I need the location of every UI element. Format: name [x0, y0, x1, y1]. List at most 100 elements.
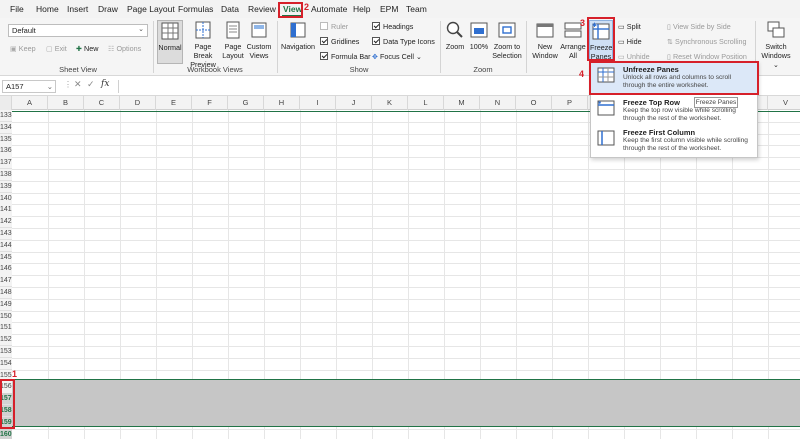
sheet-view-dropdown[interactable]: Default ⌄ [8, 24, 148, 37]
tab-data[interactable]: Data [221, 3, 239, 16]
column-header[interactable]: K [372, 96, 408, 110]
gridline [12, 204, 800, 206]
tab-page-layout[interactable]: Page Layout [127, 3, 175, 16]
tab-review[interactable]: Review [248, 3, 276, 16]
column-header[interactable]: J [336, 96, 372, 110]
zoom-100-button[interactable]: 100% [468, 20, 490, 64]
row-header[interactable]: 151 [0, 322, 12, 335]
group-label-sheet-view: Sheet View [59, 65, 97, 74]
custom-views-button[interactable]: Custom Views [246, 20, 272, 64]
new-button[interactable]: ✚ New [76, 43, 98, 55]
normal-view-button[interactable]: Normal [157, 20, 183, 64]
row-header[interactable]: 133 [0, 110, 12, 123]
column-header[interactable]: G [228, 96, 264, 110]
row-header[interactable]: 150 [0, 310, 12, 323]
row-header[interactable]: 139 [0, 180, 12, 194]
row-header[interactable]: 145 [0, 251, 12, 264]
switch-windows-button[interactable]: Switch Windows ⌄ [758, 20, 794, 69]
gridline [12, 322, 800, 324]
row-header[interactable]: 160 [0, 428, 12, 439]
row-header[interactable]: 144 [0, 239, 12, 253]
freeze-first-column-item[interactable]: Freeze First Column Keep the first colum… [591, 126, 757, 158]
row-header[interactable]: 134 [0, 121, 12, 135]
column-header[interactable]: N [480, 96, 516, 110]
select-all-corner[interactable] [0, 96, 12, 110]
tab-file[interactable]: File [10, 3, 24, 16]
column-header[interactable]: L [408, 96, 444, 110]
enter-icon[interactable]: ✓ [87, 79, 95, 90]
annotation-step-4: 4 [579, 69, 585, 79]
page-layout-button[interactable]: Page Layout [222, 20, 244, 64]
split-button[interactable]: ▭ Split [618, 21, 641, 33]
group-divider [153, 21, 154, 73]
tab-formulas[interactable]: Formulas [178, 3, 213, 16]
column-header[interactable]: F [192, 96, 228, 110]
gridline [12, 310, 800, 312]
hide-button[interactable]: ▭ Hide [618, 36, 642, 48]
row-header[interactable]: 136 [0, 145, 12, 158]
page-break-preview-button[interactable]: Page Break Preview [185, 20, 221, 69]
row-header[interactable]: 138 [0, 169, 12, 182]
row-header[interactable]: 153 [0, 346, 12, 359]
row-header[interactable]: 142 [0, 216, 12, 229]
zoom-button[interactable]: Zoom [444, 20, 466, 64]
tab-insert[interactable]: Insert [67, 3, 88, 16]
new-window-button[interactable]: New Window [531, 20, 559, 64]
column-header[interactable]: D [120, 96, 156, 110]
column-header[interactable]: A [12, 96, 48, 110]
exit-button[interactable]: ▢ Exit [46, 43, 67, 55]
data-type-icons-checkbox[interactable]: Data Type Icons [372, 36, 435, 48]
tab-help[interactable]: Help [353, 3, 370, 16]
menu-bar: File Home Insert Draw Page Layout Formul… [0, 0, 800, 18]
column-header[interactable]: H [264, 96, 300, 110]
checkbox-icon [320, 22, 328, 30]
formula-bar-checkbox[interactable]: Formula Bar [320, 51, 371, 63]
tab-team[interactable]: Team [406, 3, 427, 16]
gridline [12, 180, 800, 182]
column-header[interactable]: V [768, 96, 800, 110]
zoom-to-selection-button[interactable]: Zoom to Selection [492, 20, 522, 64]
column-header[interactable]: O [516, 96, 552, 110]
row-header[interactable]: 147 [0, 275, 12, 288]
tab-epm[interactable]: EPM [380, 3, 398, 16]
worksheet-grid[interactable]: 133 134 135 136 137 138 139 140 141 142 143 144 145 1… [0, 110, 800, 439]
column-header[interactable]: I [300, 96, 336, 110]
row-header[interactable]: 149 [0, 298, 12, 312]
freeze-first-column-title: Freeze First Column [623, 128, 696, 137]
row-header[interactable]: 154 [0, 357, 12, 371]
row-header[interactable]: 148 [0, 287, 12, 300]
switch-windows-icon [767, 21, 785, 38]
navigation-button[interactable]: Navigation [281, 20, 315, 64]
row-header[interactable]: 140 [0, 192, 12, 205]
row-header[interactable]: 152 [0, 334, 12, 347]
row-header[interactable]: 146 [0, 263, 12, 276]
ruler-checkbox[interactable]: Ruler [320, 21, 348, 33]
headings-checkbox[interactable]: Headings [372, 21, 413, 33]
gridline [12, 216, 800, 218]
tab-draw[interactable]: Draw [98, 3, 118, 16]
tab-home[interactable]: Home [36, 3, 59, 16]
row-header[interactable]: 143 [0, 228, 12, 241]
chevron-down-icon: ⌄ [138, 26, 144, 33]
keep-button[interactable]: ▣ Keep [10, 43, 36, 55]
row-header[interactable]: 137 [0, 157, 12, 170]
column-header[interactable]: E [156, 96, 192, 110]
cancel-icon[interactable]: ✕ [74, 79, 82, 90]
column-header[interactable]: B [48, 96, 84, 110]
column-header[interactable]: P [552, 96, 588, 110]
synchronous-scrolling-button[interactable]: ⇅ Synchronous Scrolling [667, 36, 747, 48]
focus-cell-button[interactable]: ✥ Focus Cell ⌄ [372, 51, 422, 63]
chevron-down-icon: ⌄ [772, 60, 780, 69]
gridlines-checkbox[interactable]: Gridlines [320, 36, 359, 48]
view-side-by-side-button[interactable]: ▯ View Side by Side [667, 21, 731, 33]
insert-function-icon[interactable]: fx [101, 79, 109, 89]
gridline [12, 251, 800, 253]
row-header[interactable]: 135 [0, 133, 12, 146]
column-header[interactable]: C [84, 96, 120, 110]
row-header[interactable]: 141 [0, 204, 12, 217]
options-button[interactable]: ☷ Options [108, 43, 141, 55]
name-box[interactable]: A157 ⌄ [2, 80, 56, 93]
column-header[interactable]: M [444, 96, 480, 110]
chevron-down-icon: ⌄ [413, 52, 423, 61]
tab-automate[interactable]: Automate [311, 3, 347, 16]
